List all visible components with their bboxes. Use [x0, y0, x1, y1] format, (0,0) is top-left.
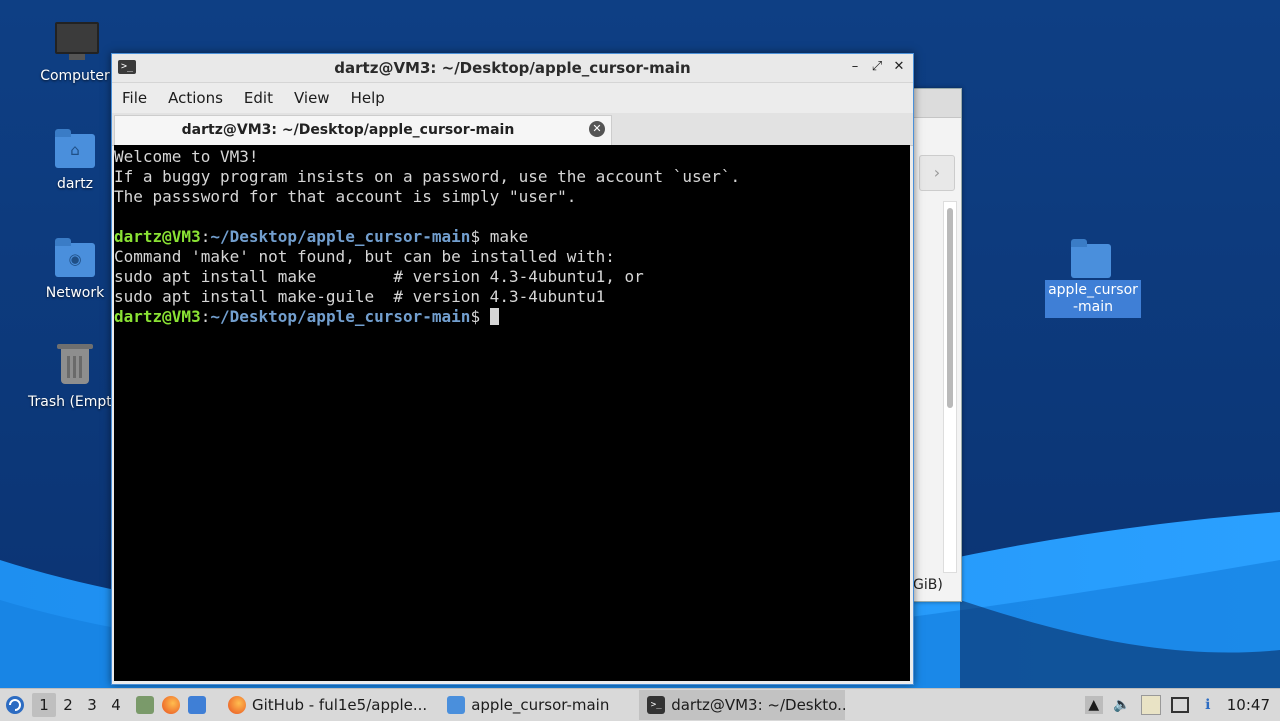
output-line: The passsword for that account is simply…	[114, 187, 577, 206]
status-text: GiB)	[913, 577, 943, 593]
workspace-4[interactable]: 4	[104, 693, 128, 717]
prompt-separator: :	[200, 227, 211, 246]
desktop-icon-label: Computer	[40, 68, 110, 84]
prompt-separator: :	[200, 307, 211, 326]
menu-view[interactable]: View	[294, 89, 341, 107]
minimize-button[interactable]: –	[847, 58, 863, 76]
clock[interactable]: 10:47	[1227, 696, 1270, 714]
output-line: Command 'make' not found, but can be ins…	[114, 247, 615, 266]
forward-button[interactable]: ›	[919, 155, 955, 191]
terminal-tab[interactable]: dartz@VM3: ~/Desktop/apple_cursor-main ✕	[114, 115, 612, 145]
scrollbar-thumb[interactable]	[947, 208, 953, 408]
tab-title: dartz@VM3: ~/Desktop/apple_cursor-main	[181, 122, 515, 138]
desktop-icon-label: dartz	[56, 176, 94, 192]
desktop-icon-computer[interactable]: Computer	[27, 18, 123, 85]
menu-help[interactable]: Help	[351, 89, 396, 107]
desktop-icon-label: Network	[45, 285, 105, 301]
notification-icon[interactable]: ℹ	[1199, 696, 1217, 714]
typed-command: make	[489, 227, 529, 246]
output-line: sudo apt install make-guile # version 4.…	[114, 287, 606, 306]
file-manager-titlebar[interactable]	[913, 89, 961, 118]
start-menu-button[interactable]	[0, 689, 30, 721]
start-menu-icon	[6, 696, 24, 714]
file-manager-launcher-icon[interactable]	[136, 696, 154, 714]
clipboard-icon[interactable]	[1140, 695, 1161, 715]
computer-icon	[51, 18, 99, 62]
home-folder-icon: ⌂	[51, 126, 99, 170]
window-title: dartz@VM3: ~/Desktop/apple_cursor-main	[334, 59, 691, 77]
desktop-icon-label: Trash (Empt	[28, 394, 112, 410]
taskbar-app-label: GitHub - ful1e5/apple...	[252, 696, 428, 714]
menu-file[interactable]: File	[122, 89, 158, 107]
menu-bar: File Actions Edit View Help	[112, 83, 913, 113]
menu-edit[interactable]: Edit	[244, 89, 284, 107]
taskbar: 1 2 3 4 GitHub - ful1e5/apple... apple_c…	[0, 688, 1280, 721]
firefox-icon	[228, 696, 246, 714]
taskbar-app-label: apple_cursor-main	[471, 696, 610, 714]
maximize-button[interactable]: ⤢	[869, 58, 885, 76]
prompt-dollar: $	[470, 307, 490, 326]
folder-icon	[447, 696, 466, 714]
terminal-icon: >_	[647, 696, 666, 714]
workspace-2[interactable]: 2	[56, 693, 80, 717]
folder-icon	[1067, 236, 1115, 280]
prompt-user: dartz@VM3	[114, 307, 201, 326]
desktop-icon-apple-cursor-main[interactable]: apple_cursor-main	[1043, 236, 1141, 318]
tab-bar: dartz@VM3: ~/Desktop/apple_cursor-main ✕	[112, 113, 913, 146]
text-cursor	[489, 308, 499, 325]
desktop-icon-network[interactable]: ◉ Network	[27, 235, 123, 302]
taskbar-app-label: dartz@VM3: ~/Deskto...	[671, 696, 846, 714]
network-folder-icon: ◉	[51, 235, 99, 279]
firefox-launcher-icon[interactable]	[162, 696, 180, 714]
network-icon[interactable]	[1170, 697, 1189, 713]
taskbar-app-firefox[interactable]: GitHub - ful1e5/apple...	[220, 690, 435, 720]
prompt-path: ~/Desktop/apple_cursor-main	[210, 227, 471, 246]
terminal-window[interactable]: >_ dartz@VM3: ~/Desktop/apple_cursor-mai…	[111, 53, 914, 685]
desktop-icon-trash[interactable]: Trash (Empt	[22, 344, 122, 411]
output-line: Welcome to VM3!	[114, 147, 259, 166]
tray-expand-icon[interactable]: ▲	[1084, 696, 1103, 714]
desktop-icon-home[interactable]: ⌂ dartz	[27, 126, 123, 193]
menu-actions[interactable]: Actions	[168, 89, 234, 107]
prompt-path: ~/Desktop/apple_cursor-main	[210, 307, 471, 326]
workspace-1[interactable]: 1	[32, 693, 56, 717]
close-tab-icon[interactable]: ✕	[589, 121, 605, 137]
workspace-3[interactable]: 3	[80, 693, 104, 717]
output-line: sudo apt install make # version 4.3-4ubu…	[114, 267, 644, 286]
desktop-icon-label: apple_cursor-main	[1045, 280, 1141, 318]
taskbar-app-terminal[interactable]: >_ dartz@VM3: ~/Deskto...	[639, 690, 846, 720]
output-line: If a buggy program insists on a password…	[114, 167, 741, 186]
window-titlebar[interactable]: >_ dartz@VM3: ~/Desktop/apple_cursor-mai…	[112, 54, 913, 83]
desktop-launcher-icon[interactable]	[188, 696, 206, 714]
prompt-dollar: $	[470, 227, 490, 246]
close-button[interactable]: ✕	[891, 58, 907, 76]
trash-icon	[51, 344, 99, 388]
volume-icon[interactable]: 🔈	[1113, 696, 1131, 714]
prompt-user: dartz@VM3	[114, 227, 201, 246]
terminal-output[interactable]: Welcome to VM3! If a buggy program insis…	[114, 145, 910, 681]
file-manager-window[interactable]: › GiB)	[912, 88, 962, 602]
taskbar-app-file-manager[interactable]: apple_cursor-main	[439, 690, 635, 720]
scrollbar[interactable]	[943, 201, 957, 573]
